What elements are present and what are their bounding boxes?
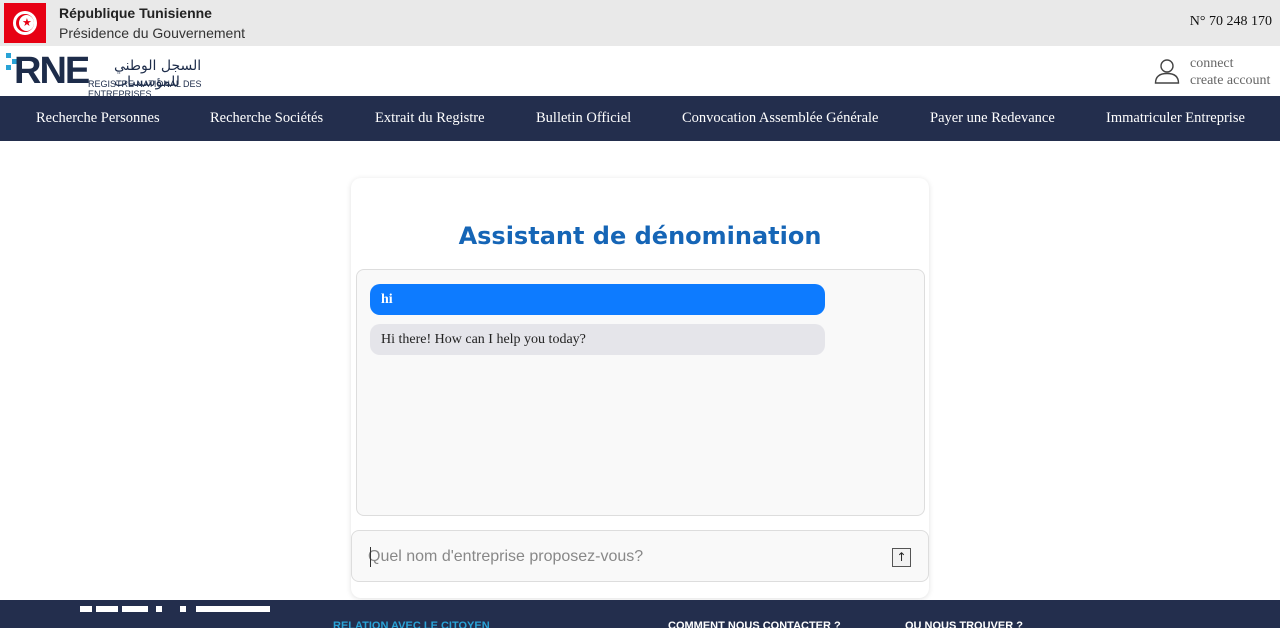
nav-immatriculer-entreprise[interactable]: Immatriculer Entreprise bbox=[1106, 110, 1245, 127]
text-caret bbox=[370, 547, 371, 567]
chat-messages[interactable]: hi Hi there! How can I help you today? bbox=[356, 269, 925, 516]
main-navbar: Recherche Personnes Recherche Sociétés E… bbox=[0, 96, 1280, 141]
account-links: connect create account bbox=[1190, 55, 1270, 89]
footer-relation-citoyen[interactable]: RELATION AVEC LE CITOYEN bbox=[333, 620, 490, 628]
nav-recherche-societes[interactable]: Recherche Sociétés bbox=[210, 110, 323, 127]
footer-location[interactable]: OU NOUS TROUVER ? bbox=[905, 620, 1023, 628]
user-message: hi bbox=[370, 284, 825, 315]
chat-title: Assistant de dénomination bbox=[458, 222, 822, 250]
send-button[interactable]: ↑ bbox=[892, 548, 911, 567]
chat-card: Assistant de dénomination hi Hi there! H… bbox=[351, 178, 929, 598]
tunisia-flag-icon: ★ bbox=[4, 3, 46, 43]
footer-logo bbox=[80, 606, 270, 628]
gov-title: République Tunisienne bbox=[59, 5, 212, 21]
connect-link[interactable]: connect bbox=[1190, 55, 1270, 72]
nav-bulletin-officiel[interactable]: Bulletin Officiel bbox=[536, 110, 631, 127]
gov-subtitle: Présidence du Gouvernement bbox=[59, 25, 245, 41]
nav-convocation-assemblee[interactable]: Convocation Assemblée Générale bbox=[682, 110, 879, 127]
logo-abbr: RNE bbox=[14, 50, 90, 92]
nav-payer-redevance[interactable]: Payer une Redevance bbox=[930, 110, 1055, 127]
chat-input-container: ↑ bbox=[351, 530, 929, 582]
nav-extrait-registre[interactable]: Extrait du Registre bbox=[375, 110, 485, 127]
rne-logo[interactable]: RNE السجل الوطني للمؤسسات REGISTRE NATIO… bbox=[6, 50, 264, 99]
government-bar: ★ République Tunisienne Présidence du Go… bbox=[0, 0, 1280, 46]
nav-recherche-personnes[interactable]: Recherche Personnes bbox=[36, 110, 160, 127]
user-icon[interactable] bbox=[1154, 58, 1180, 84]
phone-number: N° 70 248 170 bbox=[1189, 14, 1272, 29]
bot-message: Hi there! How can I help you today? bbox=[370, 324, 825, 355]
create-account-link[interactable]: create account bbox=[1190, 72, 1270, 89]
footer-contact[interactable]: COMMENT NOUS CONTACTER ? bbox=[668, 620, 841, 628]
footer: RELATION AVEC LE CITOYEN COMMENT NOUS CO… bbox=[0, 600, 1280, 628]
business-name-input[interactable] bbox=[368, 545, 868, 569]
header: RNE السجل الوطني للمؤسسات REGISTRE NATIO… bbox=[0, 46, 1280, 99]
